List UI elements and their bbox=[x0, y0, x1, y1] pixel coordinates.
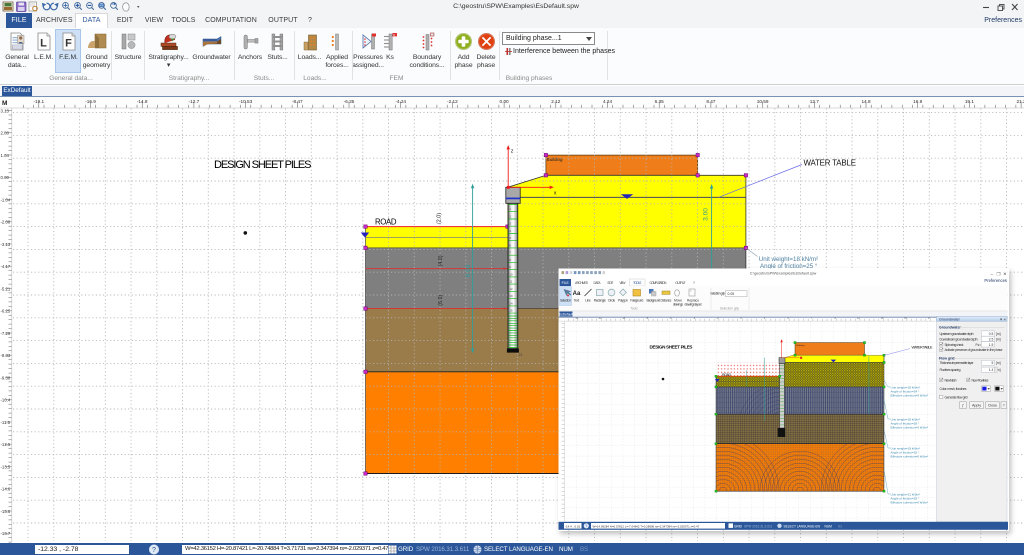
svg-text:GRID: GRID bbox=[734, 524, 743, 528]
svg-text:Polygon: Polygon bbox=[618, 299, 628, 303]
svg-text:Effective cohesion=0 kN/m²: Effective cohesion=0 kN/m² bbox=[891, 394, 929, 398]
svg-text:ƒ: ƒ bbox=[962, 404, 964, 408]
svg-text:NUM: NUM bbox=[825, 524, 833, 528]
svg-text:Distance: Distance bbox=[661, 299, 672, 303]
svg-text:[m]: [m] bbox=[996, 332, 1001, 336]
svg-text:Fs=: Fs= bbox=[976, 343, 982, 347]
svg-text:Activate presence of groundwat: Activate presence of groundwater in the … bbox=[945, 348, 1003, 352]
svg-text:W=14.09284 H=0.57812 L=-7.0464: W=14.09284 H=0.57812 L=-7.04642 T=0.2890… bbox=[593, 524, 700, 528]
svg-text:FILE: FILE bbox=[562, 281, 570, 285]
svg-text:Apply: Apply bbox=[972, 404, 981, 408]
svg-text:2.5: 2.5 bbox=[989, 337, 994, 341]
svg-text:Siphoning check: Siphoning check bbox=[945, 343, 964, 347]
svg-text:-14.4 , 0.01: -14.4 , 0.01 bbox=[565, 524, 581, 528]
svg-text:Effective cohesion=0 kN/m²: Effective cohesion=0 kN/m² bbox=[891, 501, 929, 505]
svg-text:1.4: 1.4 bbox=[989, 368, 994, 372]
svg-text:Downstream groundwater depth: Downstream groundwater depth bbox=[940, 337, 978, 341]
svg-text:✕: ✕ bbox=[1003, 271, 1007, 276]
svg-text:Text: Text bbox=[574, 299, 580, 303]
svg-text:Foreground: Foreground bbox=[630, 299, 643, 303]
svg-text:?: ? bbox=[693, 281, 695, 285]
svg-text:Selection: Selection bbox=[560, 299, 571, 303]
svg-text:Selection grip: Selection grip bbox=[710, 292, 725, 296]
svg-text:Preferences: Preferences bbox=[984, 278, 1007, 283]
svg-text:?: ? bbox=[152, 547, 156, 554]
svg-text:C:\geostru\SPW\Examples\EsDefa: C:\geostru\SPW\Examples\EsDefault.spw bbox=[750, 272, 817, 276]
svg-text:SELECT LANGUAGE-EN: SELECT LANGUAGE-EN bbox=[784, 524, 821, 528]
svg-text:Flowlines spacing: Flowlines spacing bbox=[940, 368, 961, 372]
svg-text:New Mesh: New Mesh bbox=[945, 378, 957, 382]
svg-text:Groundwater: Groundwater bbox=[939, 326, 961, 330]
svg-text:COMPUTATION: COMPUTATION bbox=[650, 281, 668, 285]
svg-text:[m]: [m] bbox=[996, 361, 1001, 365]
svg-text:Thickness impermeable layer: Thickness impermeable layer bbox=[940, 361, 975, 365]
svg-text:?: ? bbox=[1003, 404, 1005, 408]
svg-text:Flow grid: Flow grid bbox=[939, 357, 955, 361]
svg-text:Color: mesh, flowlines: Color: mesh, flowlines bbox=[940, 387, 967, 391]
svg-text:Effective cohesion=0 kN/m²: Effective cohesion=0 kN/m² bbox=[891, 426, 929, 430]
svg-text:Line: Line bbox=[585, 299, 591, 303]
svg-text:▼ ✕: ▼ ✕ bbox=[1000, 317, 1007, 321]
svg-text:SPW 2016.31.3.611: SPW 2016.31.3.611 bbox=[744, 524, 773, 528]
svg-text:EsDefault: EsDefault bbox=[559, 313, 573, 317]
svg-text:Upstream groundwater depth: Upstream groundwater depth bbox=[940, 332, 974, 336]
svg-text:OUTPUT: OUTPUT bbox=[675, 281, 686, 285]
svg-text:[m]: [m] bbox=[996, 337, 1001, 341]
svg-text:0.5: 0.5 bbox=[989, 332, 994, 336]
svg-text:Tools: Tools bbox=[630, 307, 638, 311]
svg-text:New Flowlines: New Flowlines bbox=[972, 378, 989, 382]
svg-text:WATER TABLE: WATER TABLE bbox=[912, 345, 933, 349]
svg-text:Building: Building bbox=[797, 345, 806, 347]
svg-text:Close: Close bbox=[988, 404, 997, 408]
svg-text:Generate flow grid: Generate flow grid bbox=[945, 395, 968, 399]
svg-text:Selection grip: Selection grip bbox=[720, 307, 740, 311]
svg-text:ROAD: ROAD bbox=[722, 373, 731, 377]
svg-text:5: 5 bbox=[991, 361, 993, 365]
svg-text:DESIGN SHEET PILES: DESIGN SHEET PILES bbox=[650, 345, 693, 350]
svg-text:TOOLS: TOOLS bbox=[633, 281, 642, 285]
svg-text:Background: Background bbox=[647, 299, 661, 303]
svg-text:VIEW: VIEW bbox=[620, 281, 627, 285]
svg-text:DATA: DATA bbox=[594, 281, 602, 285]
svg-text:EDIT: EDIT bbox=[608, 281, 614, 285]
svg-text:1.5: 1.5 bbox=[989, 343, 994, 347]
svg-text:BS: BS bbox=[838, 524, 842, 528]
svg-text:Circle: Circle bbox=[608, 299, 616, 303]
svg-text:drawings: drawings bbox=[673, 302, 683, 306]
svg-text:ARCHIVES: ARCHIVES bbox=[575, 281, 589, 285]
svg-text:Effective cohesion=0 kN/m²: Effective cohesion=0 kN/m² bbox=[891, 455, 929, 459]
svg-text:?: ? bbox=[585, 524, 587, 528]
svg-text:Rectangle: Rectangle bbox=[594, 299, 606, 303]
svg-text:Aa: Aa bbox=[573, 291, 581, 297]
svg-text:0.05: 0.05 bbox=[728, 292, 735, 296]
svg-text:drawings layout: drawings layout bbox=[685, 302, 702, 306]
svg-text:Groundwater: Groundwater bbox=[939, 317, 961, 321]
